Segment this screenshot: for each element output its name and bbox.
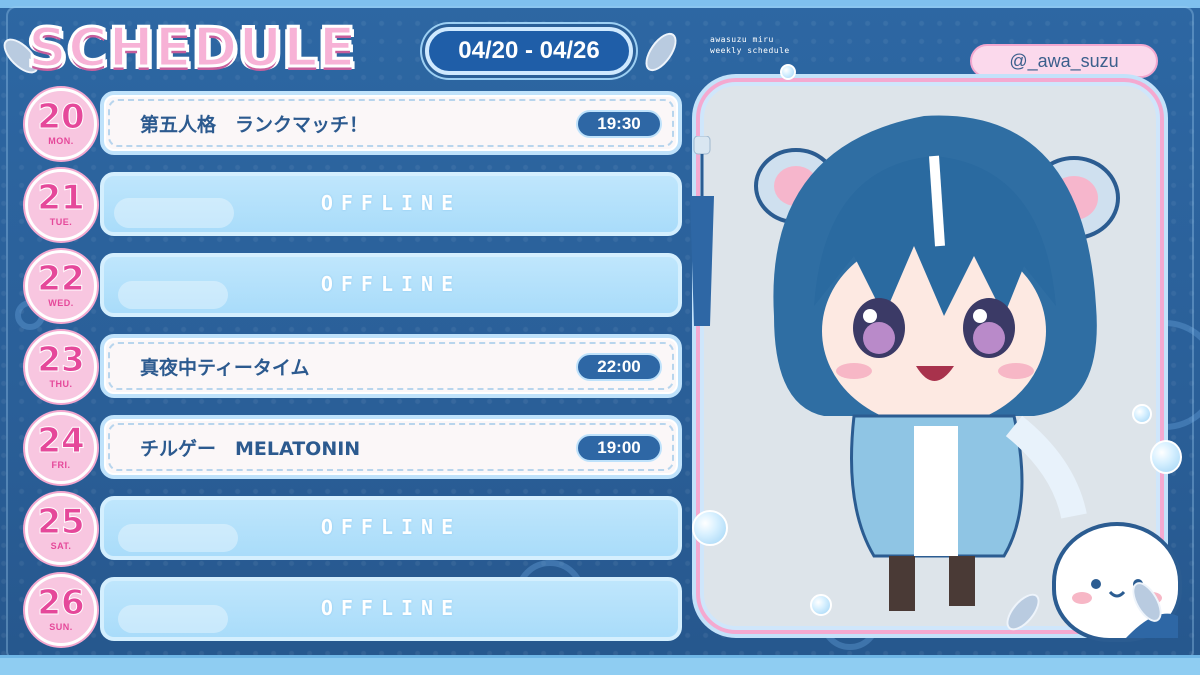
offline-label: OFFLINE — [320, 191, 462, 215]
bubble-icon — [1132, 404, 1152, 424]
day-badge-26: 26 SUN. — [25, 574, 97, 646]
day-number: 22 — [37, 259, 85, 299]
day-of-week: THU. — [49, 379, 73, 389]
event-time: 19:30 — [576, 110, 662, 138]
day-badge-23: 23 THU. — [25, 331, 97, 403]
event-title: チルゲー MELATONIN — [140, 438, 361, 460]
event-time: 22:00 — [576, 353, 662, 381]
day-of-week: SUN. — [49, 622, 73, 632]
offline-label: OFFLINE — [320, 515, 462, 539]
day-number: 21 — [37, 178, 85, 218]
bubble-icon — [780, 64, 796, 80]
day-badge-24: 24 FRI. — [25, 412, 97, 484]
schedule-row-event: 第五人格 ランクマッチ！ 19:30 — [100, 91, 682, 155]
offline-label: OFFLINE — [320, 272, 462, 296]
day-number: 24 — [37, 421, 85, 461]
day-number: 26 — [37, 583, 85, 623]
social-handle: @_awa_suzu — [970, 44, 1158, 78]
offline-label: OFFLINE — [320, 596, 462, 620]
day-number: 25 — [37, 502, 85, 542]
mascot-face — [1072, 579, 1178, 638]
schedule-row-event: チルゲー MELATONIN 19:00 — [100, 415, 682, 479]
tassel-icon — [690, 136, 714, 326]
bubble-icon — [1150, 440, 1182, 474]
bubble-icon — [810, 594, 832, 616]
day-of-week: FRI. — [51, 460, 71, 470]
day-badge-22: 22 WED. — [25, 250, 97, 322]
day-badge-21: 21 TUE. — [25, 169, 97, 241]
date-range-pill: 04/20 - 04/26 — [425, 27, 633, 75]
event-time: 19:00 — [576, 434, 662, 462]
day-number: 23 — [37, 340, 85, 380]
schedule-row-offline: OFFLINE — [100, 172, 682, 236]
subtitle-line-1: awasuzu miru — [710, 35, 774, 44]
schedule-row-offline: OFFLINE — [100, 253, 682, 317]
schedule-row-offline: OFFLINE — [100, 496, 682, 560]
day-of-week: WED. — [48, 298, 74, 308]
day-of-week: MON. — [48, 136, 74, 146]
day-number: 20 — [37, 97, 85, 137]
bottom-wave-border — [0, 655, 1200, 675]
hamster-mascot-icon — [1052, 522, 1182, 642]
day-badge-20: 20 MON. — [25, 88, 97, 160]
subtitle: awasuzu miru weekly schedule — [710, 34, 790, 56]
bubble-icon — [692, 510, 728, 546]
subtitle-line-2: weekly schedule — [710, 46, 790, 55]
schedule-title: SCHEDULE — [27, 16, 358, 79]
event-title: 第五人格 ランクマッチ！ — [140, 114, 369, 136]
day-of-week: TUE. — [49, 217, 73, 227]
day-of-week: SAT. — [50, 541, 72, 551]
schedule-row-event: 真夜中ティータイム 22:00 — [100, 334, 682, 398]
schedule-canvas: SCHEDULE 04/20 - 04/26 awasuzu miru week… — [0, 0, 1200, 675]
day-badge-25: 25 SAT. — [25, 493, 97, 565]
schedule-row-offline: OFFLINE — [100, 577, 682, 641]
event-title: 真夜中ティータイム — [140, 357, 310, 379]
